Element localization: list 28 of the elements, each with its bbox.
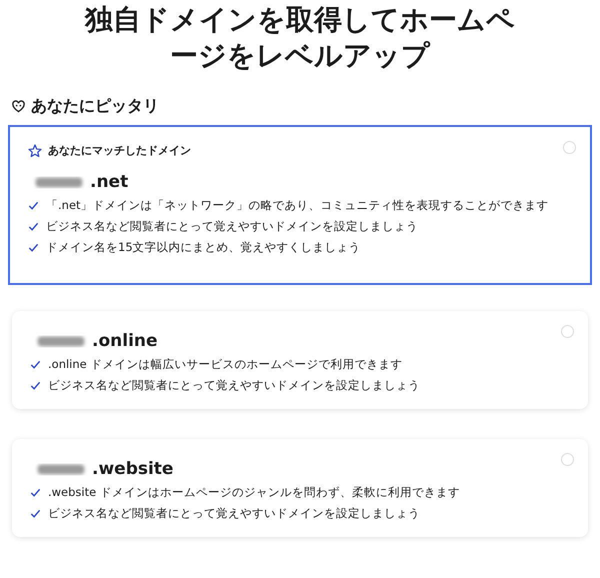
page-title: 独自ドメインを取得してホームページをレベルアップ <box>83 2 516 74</box>
domain-extension: .website <box>92 459 174 479</box>
check-icon <box>28 200 39 211</box>
radio-button[interactable] <box>561 325 574 338</box>
heart-face-icon <box>12 100 25 113</box>
check-icon <box>28 221 39 232</box>
feature-text: ビジネス名など閲覧者にとって覚えやすいドメインを設定しましょう <box>48 378 420 393</box>
check-icon <box>30 359 41 370</box>
radio-button[interactable] <box>561 453 574 466</box>
feature-text: 「.net」ドメインは「ネットワーク」の略であり、コミュニティ性を表現することができます <box>46 198 549 213</box>
feature-text: .online ドメインは幅広いサービスのホームページで利用できます <box>48 357 402 372</box>
radio-button[interactable] <box>563 141 576 154</box>
feature-text: .website ドメインはホームページのジャンルを問わず、柔軟に利用できます <box>48 485 460 500</box>
feature-text: ビジネス名など閲覧者にとって覚えやすいドメインを設定しましょう <box>48 506 420 521</box>
domain-extension: .net <box>90 172 128 192</box>
feature-text: ビジネス名など閲覧者にとって覚えやすいドメインを設定しましょう <box>46 219 418 234</box>
domain-card[interactable]: .website .website ドメインはホームページのジャンルを問わず、柔軟に利用できます ビジネス名など閲覧者にとって覚えやすいドメインを設定しましょう <box>12 439 588 537</box>
domain-card[interactable]: .online .online ドメインは幅広いサービスのホームページで利用できます ビジネス名など閲覧者にとって覚えやすいドメインを設定しましょう <box>12 311 588 409</box>
check-icon <box>30 487 41 498</box>
domain-card[interactable]: あなたにマッチしたドメイン .net 「.net」ドメインは「ネットワーク」の略であり、コミュニティ性を表現することができます ビジネス名など閲覧者にとって覚えやすいドメインを設定しましょう ドメイン名を15文字以内にまとめ、覚えやすくしましょう <box>8 125 592 285</box>
section-heading: あなたにピッタリ <box>31 96 159 117</box>
check-icon <box>30 508 41 519</box>
domain-extension: .online <box>92 331 158 351</box>
check-icon <box>30 380 41 391</box>
match-label: あなたにマッチしたドメイン <box>48 143 191 158</box>
feature-text: ドメイン名を15文字以内にまとめ、覚えやすくしましょう <box>46 240 361 255</box>
check-icon <box>28 242 39 253</box>
star-icon <box>28 144 42 158</box>
